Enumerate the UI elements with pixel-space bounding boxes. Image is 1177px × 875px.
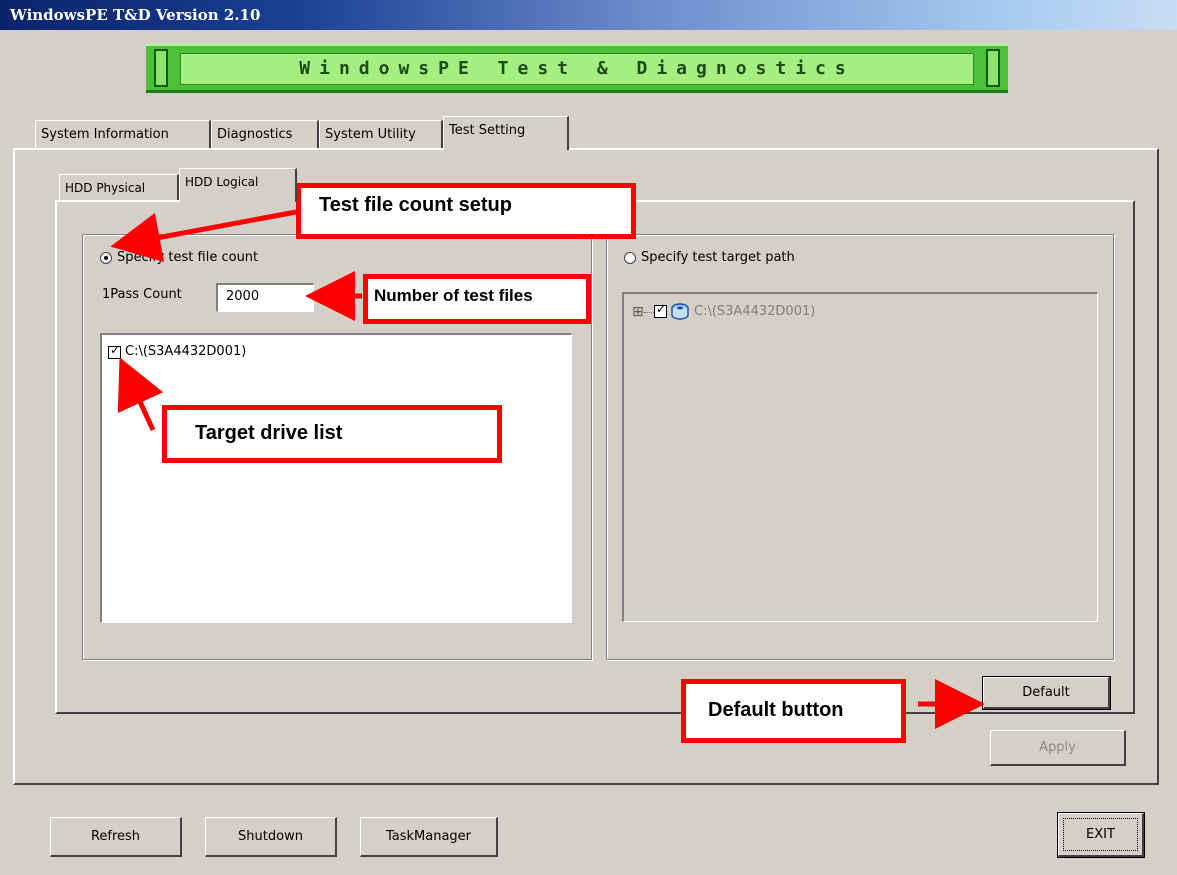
arrow-to-drive-list: [117, 357, 164, 432]
tab-hdd-logical[interactable]: HDD Logical: [179, 168, 297, 202]
arrow-to-radio: [110, 209, 297, 262]
annotation-arrows: [110, 209, 985, 729]
main-window: WindowsPE T&D Version 2.10 WindowsPE Tes…: [0, 0, 1177, 875]
tab-test-setting[interactable]: Test Setting: [443, 116, 569, 150]
